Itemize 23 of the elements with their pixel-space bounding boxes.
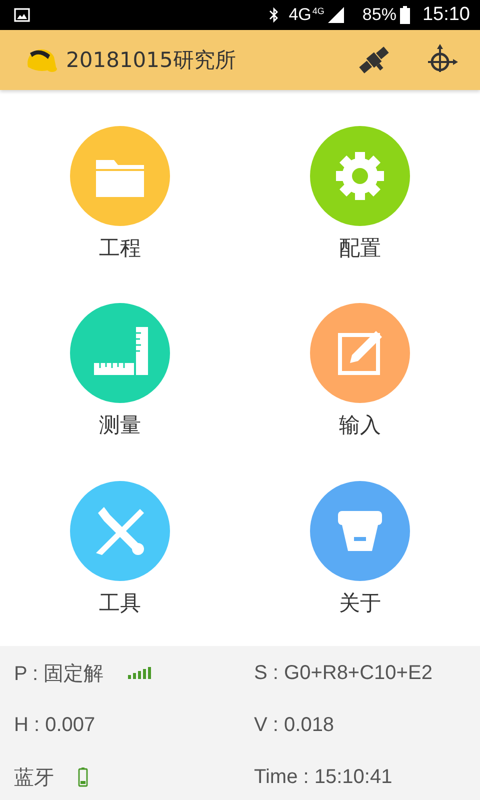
menu-tile[interactable]: 测量 [0,303,240,469]
project-title: 20181015研究所 [66,47,236,74]
menu-tile[interactable]: 工程 [0,126,240,292]
battery-percent: 85% [362,5,396,25]
status-text: S : G0+R8+C10+E2 [254,662,432,684]
network-type: 4G [288,5,312,25]
menu-tile[interactable]: 关于 [240,480,480,646]
battery-icon [78,767,88,787]
status-text: Time : 15:10:41 [254,766,392,788]
menu-tile[interactable]: 工具 [0,480,240,646]
bluetooth-icon [268,7,279,23]
status-text: P : 固定解 [14,662,104,686]
signal-bars-icon [128,667,154,679]
clock: 15:10 [422,4,470,26]
image-icon [14,8,30,22]
battery-icon [400,6,410,24]
status-text: 蓝牙 [14,766,54,790]
signal-icon [328,7,344,23]
network-type-small: 4G [312,6,324,16]
menu-tile[interactable]: 输入 [240,303,480,469]
menu-tile[interactable]: 配置 [240,126,480,292]
status-text: H : 0.007 [14,714,96,736]
status-text: V : 0.018 [254,714,334,736]
